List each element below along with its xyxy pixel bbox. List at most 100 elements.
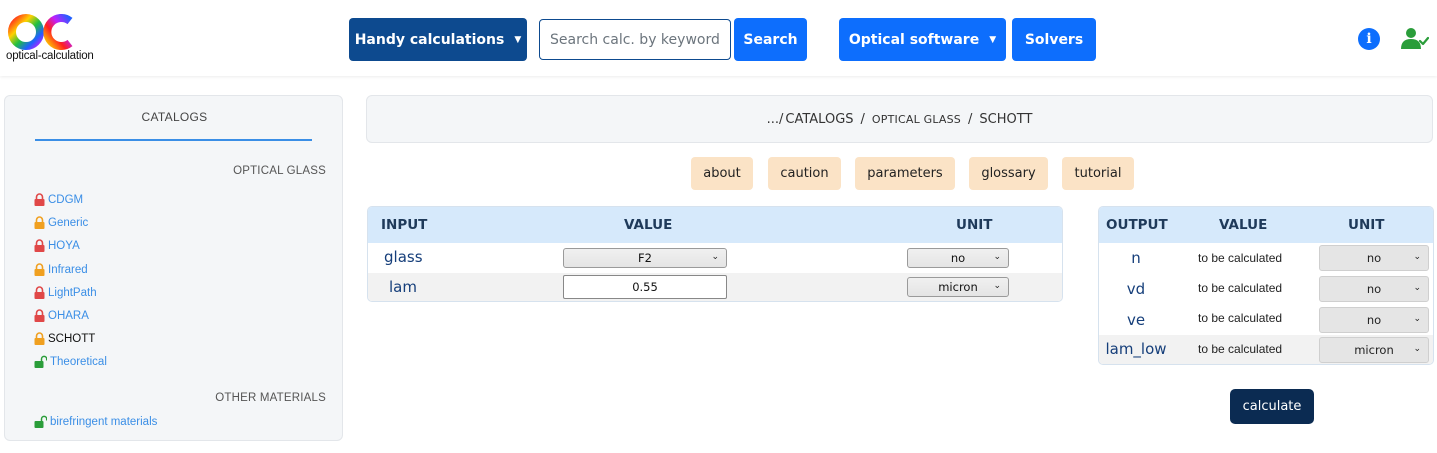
tab-glossary[interactable]: glossary bbox=[969, 157, 1048, 190]
row-label: vd bbox=[1126, 280, 1146, 298]
sidebar-item-label: HOYA bbox=[48, 240, 80, 252]
sidebar-item-label: LightPath bbox=[48, 287, 97, 299]
tab-caution[interactable]: caution bbox=[768, 157, 841, 190]
chevron-down-icon: ⌄ bbox=[993, 281, 1001, 291]
header-unit: UNIT bbox=[1348, 217, 1385, 233]
header-value: VALUE bbox=[624, 217, 673, 233]
lock-icon bbox=[34, 238, 45, 252]
logo-graphic bbox=[8, 14, 73, 50]
breadcrumb-current: SCHOTT bbox=[979, 111, 1033, 127]
sidebar-item-hoya[interactable]: HOYA bbox=[34, 238, 80, 254]
sidebar-item-theoretical[interactable]: Theoretical bbox=[34, 354, 107, 370]
row-label: ve bbox=[1126, 311, 1146, 329]
breadcrumb-root[interactable]: .../ bbox=[767, 112, 784, 127]
sidebar-item-cdgm[interactable]: CDGM bbox=[34, 192, 83, 208]
calculate-button[interactable]: calculate bbox=[1230, 389, 1314, 424]
chevron-down-icon: ⌄ bbox=[993, 252, 1001, 262]
user-check-icon[interactable] bbox=[1401, 27, 1429, 51]
select-value: F2 bbox=[638, 251, 652, 265]
sidebar-item-schott[interactable]: SCHOTT bbox=[34, 331, 95, 347]
search-input[interactable] bbox=[539, 19, 731, 60]
input-row-lam: lam micron ⌄ bbox=[368, 273, 1062, 301]
lam-input[interactable] bbox=[563, 275, 727, 299]
output-table-header: OUTPUT VALUE UNIT bbox=[1099, 207, 1433, 243]
handy-calculations-label: Handy calculations bbox=[354, 31, 505, 48]
row-label: lam bbox=[389, 278, 417, 296]
sidebar-title: CATALOGS bbox=[141, 110, 208, 124]
lock-icon bbox=[34, 262, 45, 276]
row-label: n bbox=[1131, 249, 1141, 267]
input-table-header: INPUT VALUE UNIT bbox=[368, 207, 1062, 243]
sidebar-item-label: birefringent materials bbox=[50, 416, 158, 428]
sidebar-item-generic[interactable]: Generic bbox=[34, 215, 88, 231]
header-unit: UNIT bbox=[956, 217, 993, 233]
sidebar-item-label: Infrared bbox=[48, 264, 88, 276]
search-button-label: Search bbox=[743, 31, 798, 48]
input-table: INPUT VALUE UNIT glass F2 ⌄ no ⌄ lam mic… bbox=[367, 206, 1063, 302]
chevron-down-icon: ▼ bbox=[514, 34, 522, 45]
header-output: OUTPUT bbox=[1106, 217, 1168, 233]
select-value: no bbox=[950, 251, 966, 265]
select-value: no bbox=[1366, 251, 1382, 265]
tab-about[interactable]: about bbox=[691, 157, 753, 190]
input-row-glass: glass F2 ⌄ no ⌄ bbox=[368, 243, 1062, 273]
search-button[interactable]: Search bbox=[734, 18, 807, 61]
optical-software-label: Optical software bbox=[848, 31, 980, 48]
n-unit-select[interactable]: no ⌄ bbox=[1319, 245, 1429, 271]
top-navbar: optical-calculation Handy calculations ▼… bbox=[0, 0, 1437, 76]
lock-icon bbox=[34, 331, 45, 345]
tab-tutorial[interactable]: tutorial bbox=[1062, 157, 1134, 190]
glass-select[interactable]: F2 ⌄ bbox=[563, 248, 727, 268]
chevron-down-icon: ⌄ bbox=[1413, 283, 1421, 293]
output-row-n: n to be calculated no ⌄ bbox=[1099, 243, 1433, 274]
output-row-ve: ve to be calculated no ⌄ bbox=[1099, 305, 1433, 336]
row-label: glass bbox=[384, 248, 423, 266]
row-label: lam_low bbox=[1105, 340, 1167, 358]
lock-icon bbox=[34, 215, 45, 229]
sidebar-item-label: Generic bbox=[48, 217, 89, 229]
select-value: micron bbox=[938, 280, 978, 294]
output-table: OUTPUT VALUE UNIT n to be calculated no … bbox=[1098, 206, 1434, 365]
sidebar-item-infrared[interactable]: Infrared bbox=[34, 262, 88, 278]
section-other-materials: OTHER MATERIALS bbox=[215, 392, 326, 404]
section-optical-glass: OPTICAL GLASS bbox=[233, 165, 326, 177]
optical-software-button[interactable]: Optical software ▼ bbox=[839, 18, 1006, 61]
ve-unit-select[interactable]: no ⌄ bbox=[1319, 307, 1429, 333]
lock-icon bbox=[34, 285, 45, 299]
unlock-icon bbox=[34, 355, 47, 368]
lock-icon bbox=[34, 192, 45, 206]
sidebar-item-lightpath[interactable]: LightPath bbox=[34, 285, 97, 301]
output-value: to be calculated bbox=[1198, 281, 1283, 295]
tab-parameters[interactable]: parameters bbox=[855, 157, 955, 190]
logo-text: optical-calculation bbox=[6, 50, 94, 62]
vd-unit-select[interactable]: no ⌄ bbox=[1319, 276, 1429, 302]
breadcrumb-optical-glass[interactable]: OPTICAL GLASS bbox=[872, 113, 961, 126]
sidebar-item-label: SCHOTT bbox=[48, 333, 96, 345]
select-value: no bbox=[1366, 282, 1382, 296]
select-value: no bbox=[1366, 313, 1382, 327]
logo[interactable]: optical-calculation bbox=[6, 14, 106, 62]
output-row-lam-low: lam_low to be calculated micron ⌄ bbox=[1099, 335, 1433, 364]
breadcrumb: .../ CATALOGS / OPTICAL GLASS / SCHOTT bbox=[366, 95, 1433, 143]
select-value: micron bbox=[1354, 343, 1394, 357]
glass-unit-select[interactable]: no ⌄ bbox=[907, 248, 1009, 268]
chevron-down-icon: ⌄ bbox=[1413, 252, 1421, 262]
chevron-down-icon: ⌄ bbox=[1413, 344, 1421, 354]
sidebar-item-birefringent-materials[interactable]: birefringent materials bbox=[34, 414, 157, 430]
chevron-down-icon: ⌄ bbox=[711, 252, 719, 262]
unlock-icon bbox=[34, 415, 47, 428]
lam-unit-select[interactable]: micron ⌄ bbox=[907, 277, 1009, 297]
info-icon[interactable]: i bbox=[1358, 28, 1380, 50]
breadcrumb-separator: / bbox=[968, 111, 973, 127]
lock-icon bbox=[34, 308, 45, 322]
output-value: to be calculated bbox=[1198, 342, 1283, 356]
breadcrumb-catalogs[interactable]: CATALOGS bbox=[785, 112, 853, 127]
output-row-vd: vd to be calculated no ⌄ bbox=[1099, 274, 1433, 305]
header-value: VALUE bbox=[1219, 217, 1268, 233]
solvers-button[interactable]: Solvers bbox=[1012, 18, 1096, 61]
sidebar-item-label: Theoretical bbox=[50, 356, 107, 368]
handy-calculations-button[interactable]: Handy calculations ▼ bbox=[349, 18, 527, 61]
solvers-label: Solvers bbox=[1024, 31, 1084, 48]
sidebar-item-ohara[interactable]: OHARA bbox=[34, 308, 89, 324]
lam-low-unit-select[interactable]: micron ⌄ bbox=[1319, 337, 1429, 363]
